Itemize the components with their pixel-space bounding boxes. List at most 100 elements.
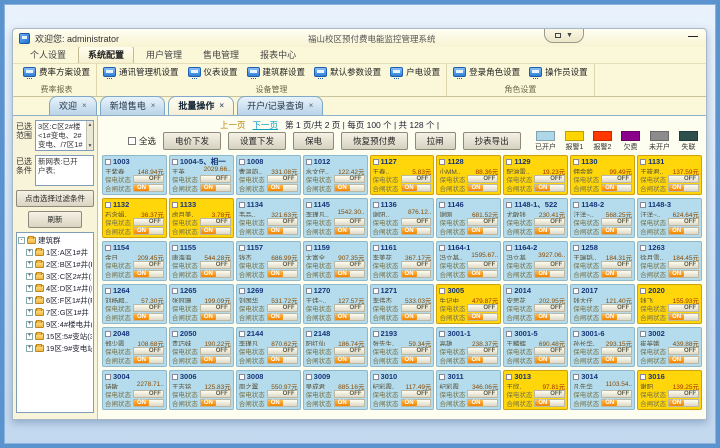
card-checkbox[interactable] [105,159,111,165]
on-button[interactable]: ON [134,400,149,406]
on-button[interactable]: ON [468,400,483,406]
room-card[interactable]: 1148-3汪洋~..624.64元保电状态OFF合闸状态ON [637,198,702,238]
power-keep-toggle[interactable]: OFF [267,304,298,312]
power-keep-toggle[interactable]: OFF [467,390,498,398]
room-card[interactable]: 3002崔英娥439.88元保电状态OFF合闸状态ON [637,327,702,367]
power-keep-toggle[interactable]: OFF [200,175,231,183]
on-button[interactable]: ON [535,228,550,234]
switch-state-toggle[interactable]: ON [401,399,432,407]
power-keep-toggle[interactable]: OFF [601,261,632,269]
on-button[interactable]: ON [669,400,684,406]
switch-state-toggle[interactable]: ON [601,270,632,278]
on-button[interactable]: ON [602,357,617,363]
doc-tab-1[interactable]: 欢迎× [49,96,97,115]
on-button[interactable]: ON [468,357,483,363]
on-button[interactable]: ON [335,271,350,277]
power-keep-toggle[interactable]: OFF [267,261,298,269]
power-keep-toggle[interactable]: OFF [200,261,231,269]
power-keep-toggle[interactable]: OFF [668,390,699,398]
room-card[interactable]: 1258王瑞韬..184.31元保电状态OFF合闸状态ON [570,241,635,281]
ribbon-button[interactable]: 户电设置 [390,66,440,78]
room-card[interactable]: 1269刘国华531.72元保电状态OFF合闸状态ON [236,284,301,324]
card-checkbox[interactable] [506,202,512,208]
power-keep-toggle[interactable]: OFF [334,261,365,269]
power-keep-toggle[interactable]: OFF [534,175,565,183]
power-keep-toggle[interactable]: OFF [334,175,365,183]
room-card[interactable]: 1008曹温韵..331.08元保电状态OFF合闸状态ON [236,155,301,195]
room-card[interactable]: 2014安思花202.95元保电状态OFF合闸状态ON [503,284,568,324]
switch-state-toggle[interactable]: ON [467,399,498,407]
switch-state-toggle[interactable]: ON [467,313,498,321]
on-button[interactable]: ON [134,185,149,191]
power-keep-toggle[interactable]: OFF [668,304,699,312]
room-card[interactable]: 2144李瑾凡870.62元保电状态OFF合闸状态ON [236,327,301,367]
power-keep-toggle[interactable]: OFF [534,390,565,398]
power-keep-toggle[interactable]: OFF [200,390,231,398]
power-keep-toggle[interactable]: OFF [668,261,699,269]
switch-state-toggle[interactable]: ON [334,227,365,235]
power-keep-toggle[interactable]: OFF [467,347,498,355]
on-button[interactable]: ON [402,271,417,277]
next-page-link[interactable]: 下一页 [253,119,279,131]
tree-item[interactable]: +1区:A区1#井 [18,247,92,258]
switch-state-toggle[interactable]: ON [133,227,164,235]
ribbon-button[interactable]: 费率方案设置 [23,66,90,78]
tree-item[interactable]: +4区:D区1#井(D区 [18,283,92,294]
power-keep-toggle[interactable]: OFF [601,390,632,398]
room-card[interactable]: 3008周之翼550.97元保电状态OFF合闸状态ON [236,370,301,410]
switch-state-toggle[interactable]: ON [267,399,298,407]
card-checkbox[interactable] [506,331,512,337]
tree-item[interactable]: +3区:C区2#井(1# [18,271,92,282]
expand-icon[interactable]: + [26,285,33,292]
card-checkbox[interactable] [506,159,512,165]
menu-tab-5[interactable]: 报表中心 [251,47,305,63]
switch-state-toggle[interactable]: ON [334,399,365,407]
room-card[interactable]: 1157钱杰686.99元保电状态OFF合闸状态ON [236,241,301,281]
power-keep-toggle[interactable]: OFF [133,390,164,398]
switch-state-toggle[interactable]: ON [601,227,632,235]
on-button[interactable]: ON [468,185,483,191]
card-checkbox[interactable] [640,159,646,165]
card-checkbox[interactable] [640,245,646,251]
on-button[interactable]: ON [335,314,350,320]
action-button[interactable]: 恢复预付费 [341,132,408,150]
tree-item[interactable]: +2区:B区1#井(B区1 [18,259,92,270]
card-checkbox[interactable] [439,245,445,251]
action-button[interactable]: 电价下发 [163,132,221,150]
switch-state-toggle[interactable]: ON [334,270,365,278]
ribbon-button[interactable]: 建筑群设置 [247,66,306,78]
card-checkbox[interactable] [306,288,312,294]
switch-state-toggle[interactable]: ON [668,356,699,364]
card-checkbox[interactable] [640,331,646,337]
room-card[interactable]: 1148-1、522尤敏钱230.41元保电状态OFF合闸状态ON [503,198,568,238]
room-card[interactable]: 1146谢刚681.52元保电状态OFF合闸状态ON [436,198,501,238]
card-checkbox[interactable] [239,202,245,208]
on-button[interactable]: ON [535,271,550,277]
action-button[interactable]: 设置下发 [228,132,286,150]
tree-item[interactable]: +9区:4#楼电井(4# [18,319,92,330]
switch-state-toggle[interactable]: ON [601,313,632,321]
room-card[interactable]: 1130佣金貌99.49元保电状态OFF合闸状态ON [570,155,635,195]
on-button[interactable]: ON [669,185,684,191]
on-button[interactable]: ON [268,400,283,406]
room-card[interactable]: 2050贵巧妹190.22元保电状态OFF合闸状态ON [169,327,234,367]
minimize-button[interactable]: — [688,32,698,42]
room-card[interactable]: 1148-2汪洋~..568.25元保电状态OFF合闸状态ON [570,198,635,238]
tab-close-icon[interactable]: × [219,102,224,110]
room-card[interactable]: 1271李伟杰533.03元保电状态OFF合闸状态ON [370,284,435,324]
power-keep-toggle[interactable]: OFF [200,218,231,226]
switch-state-toggle[interactable]: ON [668,184,699,192]
restore-icon[interactable] [555,33,561,38]
ribbon-button[interactable]: 登录角色设置 [453,66,520,78]
card-checkbox[interactable] [506,288,512,294]
on-button[interactable]: ON [335,357,350,363]
card-checkbox[interactable] [640,288,646,294]
tree-item[interactable]: +15区:5#变站(3# [18,331,92,342]
card-checkbox[interactable] [373,331,379,337]
switch-state-toggle[interactable]: ON [200,227,231,235]
power-keep-toggle[interactable]: OFF [133,218,164,226]
card-checkbox[interactable] [172,288,178,294]
room-card[interactable]: 3010纪彩霞、117.49元保电状态OFF合闸状态ON [370,370,435,410]
card-checkbox[interactable] [640,202,646,208]
on-button[interactable]: ON [602,271,617,277]
